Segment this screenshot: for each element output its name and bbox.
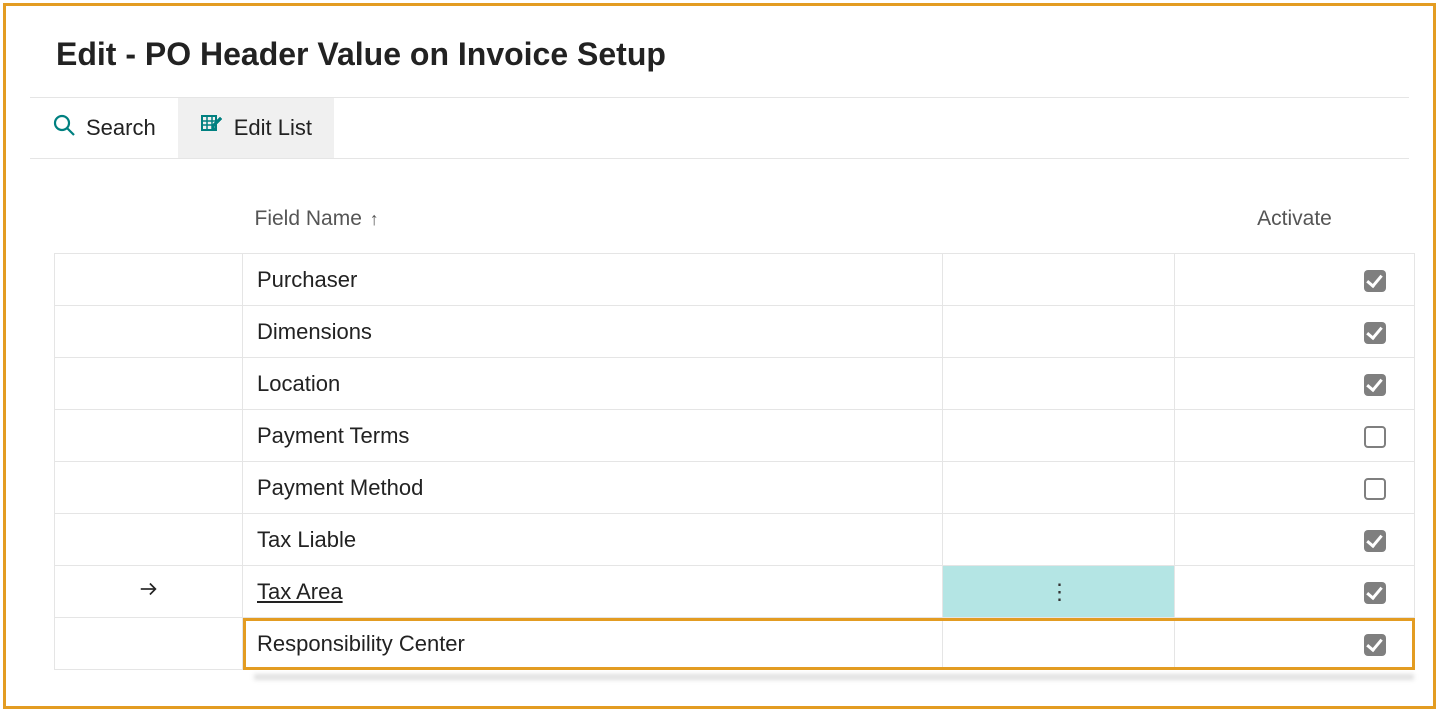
table-row[interactable]: Responsibility Center	[55, 618, 1415, 670]
row-action-cell	[943, 514, 1175, 566]
activate-checkbox[interactable]	[1364, 270, 1386, 292]
activate-checkbox[interactable]	[1364, 478, 1386, 500]
activate-cell[interactable]	[1175, 618, 1415, 670]
field-name-cell[interactable]: Dimensions	[243, 306, 943, 358]
field-name-text: Purchaser	[257, 267, 357, 292]
row-action-cell	[943, 618, 1175, 670]
activate-cell[interactable]	[1175, 410, 1415, 462]
table-shadow	[254, 674, 1414, 680]
table-row[interactable]: Payment Method	[55, 462, 1415, 514]
current-row-arrow-icon	[138, 580, 160, 605]
field-name-text: Location	[257, 371, 340, 396]
field-name-text: Payment Method	[257, 475, 423, 500]
search-label: Search	[86, 115, 156, 141]
setup-table: Field Name ↑ Activate Purchaser Dimension…	[54, 189, 1415, 670]
row-action-cell	[943, 358, 1175, 410]
table-row[interactable]: Location	[55, 358, 1415, 410]
table-area: Field Name ↑ Activate Purchaser Dimension…	[6, 159, 1433, 670]
activate-cell[interactable]	[1175, 514, 1415, 566]
table-row[interactable]: Purchaser	[55, 254, 1415, 306]
col-header-activate-text: Activate	[1257, 207, 1332, 230]
activate-checkbox[interactable]	[1364, 582, 1386, 604]
activate-cell[interactable]	[1175, 254, 1415, 306]
field-name-cell[interactable]: Responsibility Center	[243, 618, 943, 670]
activate-cell[interactable]	[1175, 358, 1415, 410]
activate-checkbox[interactable]	[1364, 322, 1386, 344]
toolbar: Search Edit List	[30, 97, 1409, 159]
activate-cell[interactable]	[1175, 462, 1415, 514]
field-name-cell[interactable]: Payment Method	[243, 462, 943, 514]
field-name-cell[interactable]: Tax Liable	[243, 514, 943, 566]
row-action-cell	[943, 410, 1175, 462]
row-indicator-cell	[55, 254, 243, 306]
row-indicator-cell	[55, 306, 243, 358]
row-indicator-cell	[55, 358, 243, 410]
field-name-text: Tax Liable	[257, 527, 356, 552]
row-action-cell	[943, 306, 1175, 358]
sort-asc-icon: ↑	[370, 209, 379, 229]
row-action-cell	[943, 462, 1175, 514]
row-indicator-cell	[55, 566, 243, 618]
search-icon	[52, 113, 76, 143]
field-name-cell[interactable]: Purchaser	[243, 254, 943, 306]
col-header-activate[interactable]: Activate	[1175, 189, 1415, 254]
field-name-cell[interactable]: Tax Area	[243, 566, 943, 618]
table-row[interactable]: Dimensions	[55, 306, 1415, 358]
row-more-actions-icon[interactable]: ⋮	[1049, 579, 1069, 604]
edit-list-button[interactable]: Edit List	[178, 98, 334, 158]
activate-cell[interactable]	[1175, 306, 1415, 358]
field-name-text: Dimensions	[257, 319, 372, 344]
row-action-cell	[943, 254, 1175, 306]
search-button[interactable]: Search	[30, 98, 178, 158]
page-title: Edit - PO Header Value on Invoice Setup	[6, 6, 1433, 97]
field-name-text: Payment Terms	[257, 423, 409, 448]
row-action-cell[interactable]: ⋮	[943, 566, 1175, 618]
col-header-field-name-text: Field Name	[255, 207, 362, 230]
activate-checkbox[interactable]	[1364, 530, 1386, 552]
row-indicator-cell	[55, 462, 243, 514]
edit-list-icon	[200, 113, 224, 143]
field-name-text: Tax Area	[257, 579, 343, 604]
field-name-text: Responsibility Center	[257, 631, 465, 656]
activate-checkbox[interactable]	[1364, 374, 1386, 396]
table-header-row: Field Name ↑ Activate	[55, 189, 1415, 254]
col-header-field-name[interactable]: Field Name ↑	[243, 189, 943, 254]
edit-list-label: Edit List	[234, 115, 312, 141]
row-indicator-cell	[55, 618, 243, 670]
row-indicator-cell	[55, 514, 243, 566]
activate-checkbox[interactable]	[1364, 634, 1386, 656]
table-row[interactable]: Payment Terms	[55, 410, 1415, 462]
field-name-cell[interactable]: Location	[243, 358, 943, 410]
page-frame: Edit - PO Header Value on Invoice Setup …	[3, 3, 1436, 709]
activate-cell[interactable]	[1175, 566, 1415, 618]
row-indicator-cell	[55, 410, 243, 462]
table-row[interactable]: Tax Liable	[55, 514, 1415, 566]
table-row[interactable]: Tax Area ⋮	[55, 566, 1415, 618]
field-name-cell[interactable]: Payment Terms	[243, 410, 943, 462]
activate-checkbox[interactable]	[1364, 426, 1386, 448]
col-header-indicator	[55, 189, 243, 254]
col-header-spacer	[943, 189, 1175, 254]
